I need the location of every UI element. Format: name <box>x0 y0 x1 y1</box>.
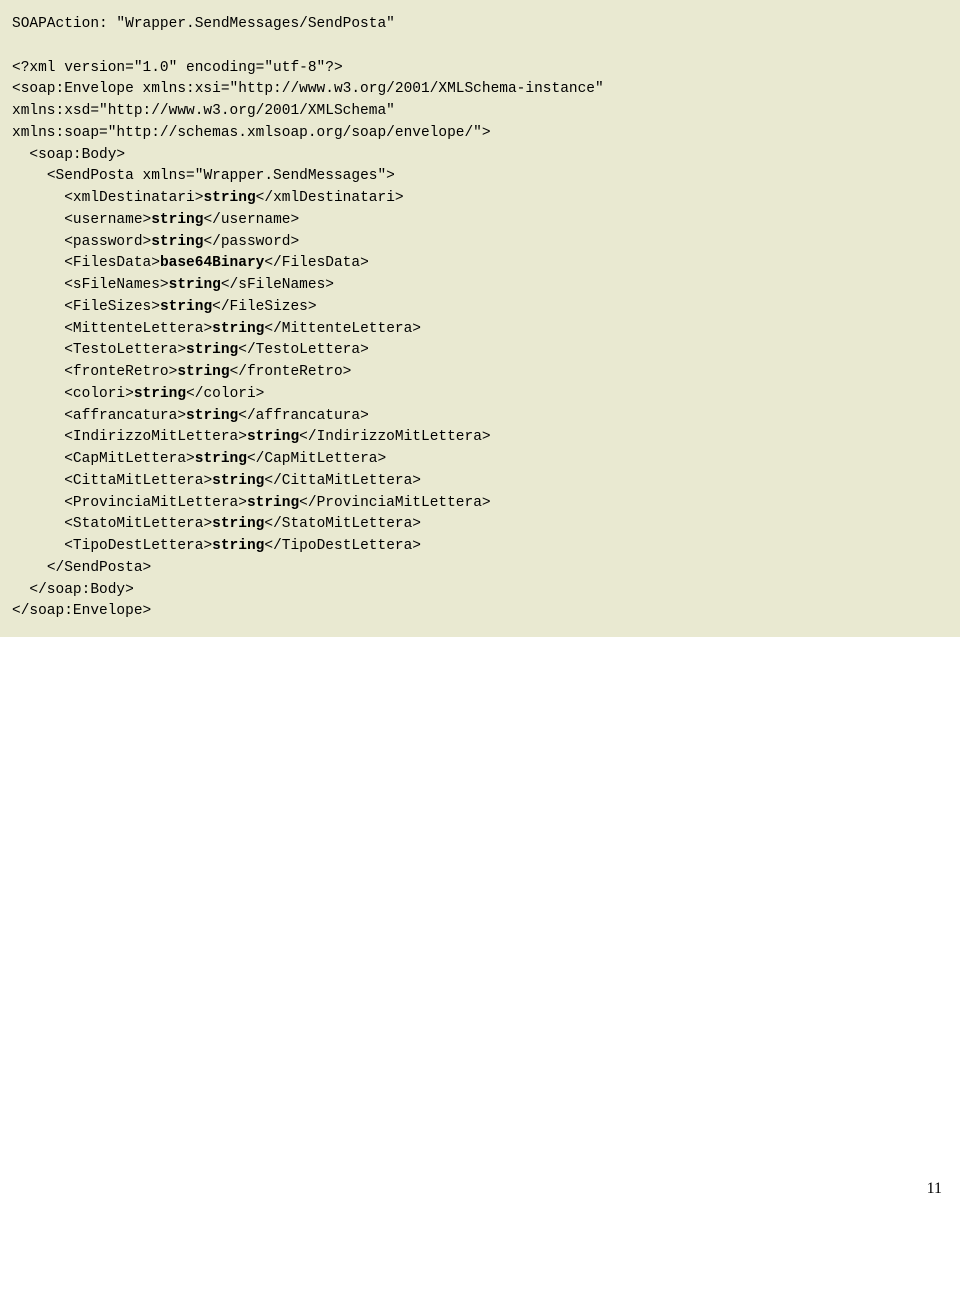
tag-open: <colori> <box>64 386 134 402</box>
tag-value: string <box>203 190 255 206</box>
tag-close: </password> <box>203 234 299 250</box>
tag-close: </FilesData> <box>264 255 368 271</box>
tag-open: <xmlDestinatari> <box>64 190 203 206</box>
tag-close: </FileSizes> <box>212 299 316 315</box>
tag-close: </username> <box>203 212 299 228</box>
tag-close: </TipoDestLettera> <box>264 538 421 554</box>
tag-close: </CittaMitLettera> <box>264 473 421 489</box>
tag-value: string <box>134 386 186 402</box>
tag-close: </affrancatura> <box>238 408 369 424</box>
tag-value: string <box>186 342 238 358</box>
tag-value: string <box>212 321 264 337</box>
tag-close: </TestoLettera> <box>238 342 369 358</box>
tag-open: <FilesData> <box>64 255 160 271</box>
tag-value: string <box>151 212 203 228</box>
tag-value: string <box>195 451 247 467</box>
body-open: <soap:Body> <box>29 147 125 163</box>
tag-value: string <box>151 234 203 250</box>
tag-open: <sFileNames> <box>64 277 168 293</box>
tag-open: <CapMitLettera> <box>64 451 195 467</box>
tag-close: </sFileNames> <box>221 277 334 293</box>
tag-close: </colori> <box>186 386 264 402</box>
soap-request-code: SOAPAction: "Wrapper.SendMessages/SendPo… <box>0 0 960 637</box>
envelope-open-line1: <soap:Envelope xmlns:xsi="http://www.w3.… <box>12 81 612 97</box>
tag-value: string <box>247 429 299 445</box>
tag-open: <IndirizzoMitLettera> <box>64 429 247 445</box>
tag-close: </ProvinciaMitLettera> <box>299 495 490 511</box>
page-whitespace <box>0 637 960 1177</box>
tag-open: <TipoDestLettera> <box>64 538 212 554</box>
tag-open: <fronteRetro> <box>64 364 177 380</box>
tag-open: <ProvinciaMitLettera> <box>64 495 247 511</box>
page-number: 11 <box>0 1177 960 1211</box>
tag-value: string <box>247 495 299 511</box>
tag-open: <username> <box>64 212 151 228</box>
envelope-open-line2: xmlns:xsd="http://www.w3.org/2001/XMLSch… <box>12 103 404 119</box>
soapaction-line: SOAPAction: "Wrapper.SendMessages/SendPo… <box>12 16 395 32</box>
tag-open: <TestoLettera> <box>64 342 186 358</box>
tag-close: </IndirizzoMitLettera> <box>299 429 490 445</box>
tag-open: <affrancatura> <box>64 408 186 424</box>
tag-open: <password> <box>64 234 151 250</box>
tag-close: </fronteRetro> <box>230 364 352 380</box>
tag-open: <MittenteLettera> <box>64 321 212 337</box>
tag-value: string <box>212 473 264 489</box>
tag-close: </CapMitLettera> <box>247 451 386 467</box>
tag-value: base64Binary <box>160 255 264 271</box>
body-close: </soap:Body> <box>29 582 133 598</box>
xml-declaration: <?xml version="1.0" encoding="utf-8"?> <box>12 60 343 76</box>
tag-close: </MittenteLettera> <box>264 321 421 337</box>
tag-open: <StatoMitLettera> <box>64 516 212 532</box>
tag-close: </xmlDestinatari> <box>256 190 404 206</box>
tag-value: string <box>186 408 238 424</box>
tag-open: <FileSizes> <box>64 299 160 315</box>
tag-value: string <box>212 538 264 554</box>
envelope-open-line3: xmlns:soap="http://schemas.xmlsoap.org/s… <box>12 125 491 141</box>
sendposta-close: </SendPosta> <box>47 560 151 576</box>
tag-open: <CittaMitLettera> <box>64 473 212 489</box>
tag-value: string <box>177 364 229 380</box>
tag-value: string <box>212 516 264 532</box>
tag-close: </StatoMitLettera> <box>264 516 421 532</box>
tag-value: string <box>169 277 221 293</box>
sendposta-open: <SendPosta xmlns="Wrapper.SendMessages"> <box>47 168 395 184</box>
tag-value: string <box>160 299 212 315</box>
envelope-close: </soap:Envelope> <box>12 603 151 619</box>
